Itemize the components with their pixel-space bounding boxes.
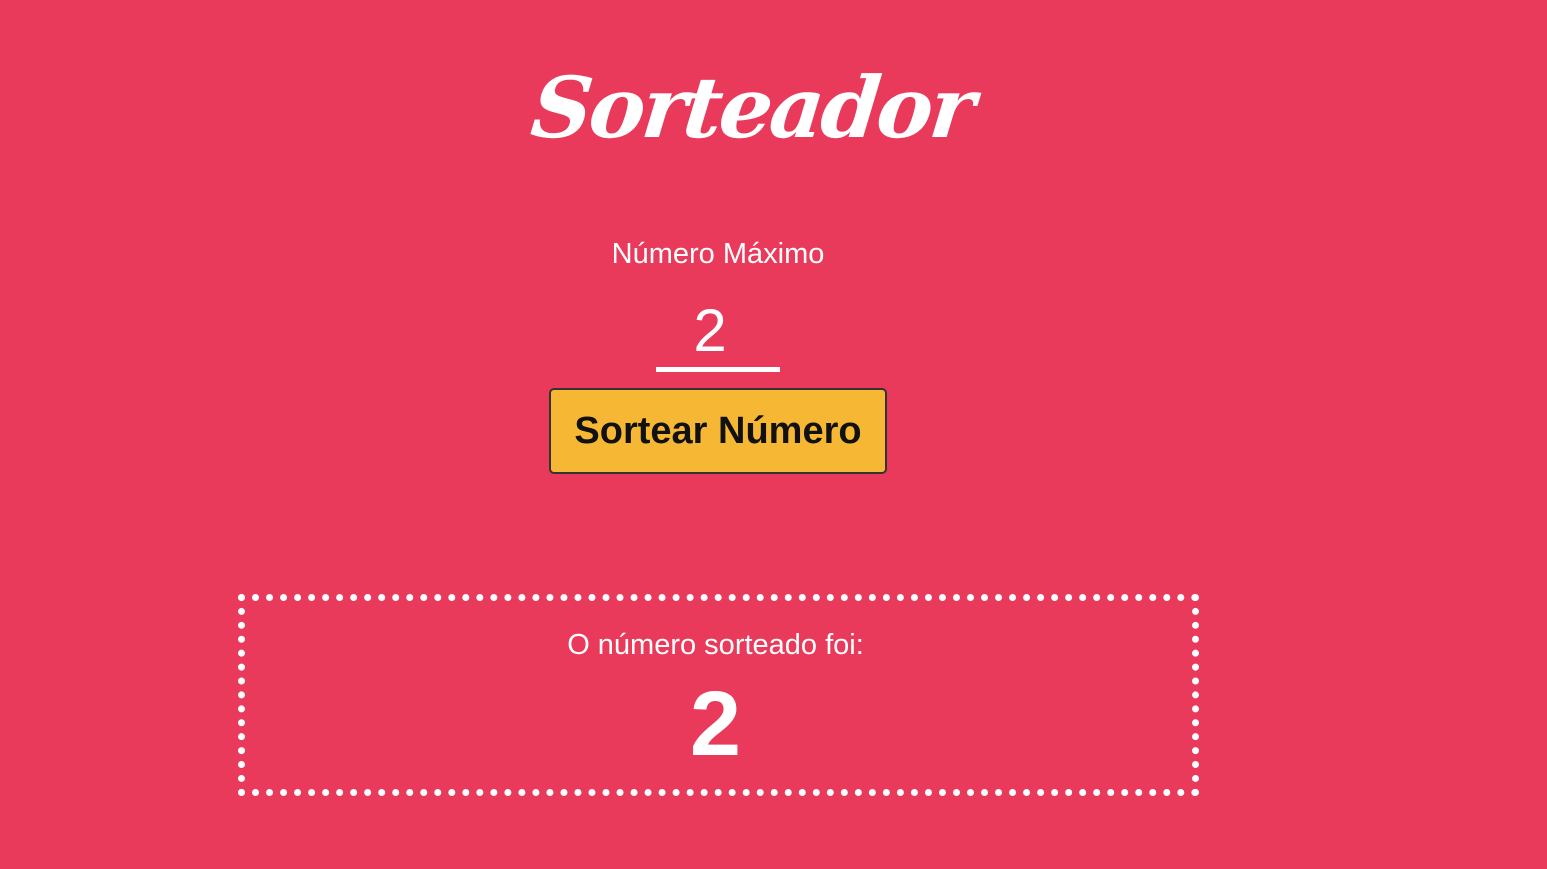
page-title: Sorteador — [526, 58, 977, 157]
result-number: 2 — [689, 673, 742, 775]
draw-number-button[interactable]: Sortear Número — [549, 388, 887, 474]
result-label: O número sorteado foi: — [567, 629, 864, 661]
result-box: O número sorteado foi: 2 — [238, 594, 1199, 796]
page: Sorteador Número Máximo Sortear Número O… — [0, 0, 1547, 869]
max-number-label: Número Máximo — [611, 238, 825, 270]
max-number-input[interactable] — [656, 294, 780, 372]
